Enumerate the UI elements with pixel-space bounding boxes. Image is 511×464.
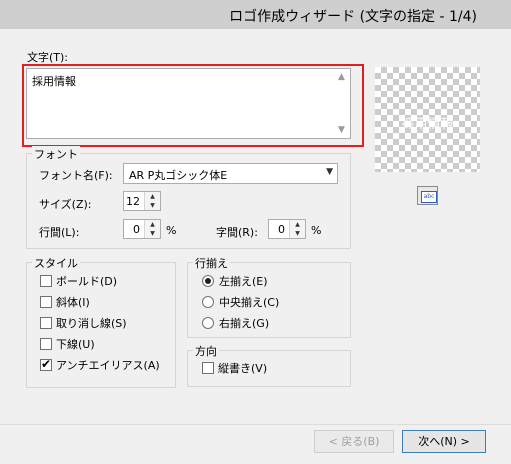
size-label: サイズ(Z): <box>39 198 92 211</box>
back-button[interactable]: < 戻る(B) <box>314 430 394 453</box>
logo-text-value: 採用情報 <box>32 75 76 88</box>
char-spacing-label: 字間(R): <box>216 226 258 239</box>
font-name-value: AR P丸ゴシック体E <box>129 169 228 182</box>
spin-up-icon[interactable]: ▲ <box>145 192 160 201</box>
align-right-label[interactable]: 右揃え(G) <box>219 315 269 331</box>
window-title: ロゴ作成ウィザード (文字の指定 - 1/4) <box>229 9 477 25</box>
title-bar: ロゴ作成ウィザード (文字の指定 - 1/4) <box>0 0 511 29</box>
vertical-writing-checkbox[interactable] <box>202 362 214 374</box>
char-spacing-value: 0 <box>278 223 285 236</box>
preview-text: 採用情報 <box>401 117 454 132</box>
line-spacing-label: 行間(L): <box>39 226 80 239</box>
antialias-label[interactable]: アンチエイリアス(A) <box>56 357 160 373</box>
char-spacing-spinner[interactable]: 0 ▲ ▼ <box>268 219 306 239</box>
bold-label[interactable]: ボールド(D) <box>56 273 117 289</box>
antialias-checkbox[interactable]: ✔ <box>40 357 52 371</box>
chevron-down-icon[interactable]: ▼ <box>326 167 333 177</box>
size-spinner[interactable]: 12 ▲ ▼ <box>123 191 161 211</box>
line-spacing-unit: % <box>166 224 177 237</box>
italic-checkbox[interactable] <box>40 296 52 308</box>
strikethrough-checkbox[interactable] <box>40 317 52 329</box>
strikethrough-label[interactable]: 取り消し線(S) <box>56 315 127 331</box>
vertical-writing-label[interactable]: 縦書き(V) <box>218 360 267 376</box>
preview-effect-button[interactable]: abc <box>417 186 438 205</box>
line-spacing-spinner[interactable]: 0 ▲ ▼ <box>123 219 161 239</box>
underline-checkbox[interactable] <box>40 338 52 350</box>
spin-up-icon[interactable]: ▲ <box>145 220 160 229</box>
char-spacing-unit: % <box>311 224 322 237</box>
size-value: 12 <box>126 195 140 208</box>
spin-down-icon[interactable]: ▼ <box>145 201 160 210</box>
style-group-label: スタイル <box>32 255 80 271</box>
align-center-label[interactable]: 中央揃え(C) <box>219 294 279 310</box>
font-name-select[interactable]: AR P丸ゴシック体E ▼ <box>123 163 338 184</box>
align-right-radio[interactable] <box>202 317 214 329</box>
checkmark-icon: ✔ <box>41 357 52 371</box>
spin-down-icon[interactable]: ▼ <box>145 229 160 238</box>
italic-label[interactable]: 斜体(I) <box>56 294 90 310</box>
align-left-radio[interactable] <box>202 275 214 287</box>
align-left-label[interactable]: 左揃え(E) <box>219 273 268 289</box>
font-group-label: フォント <box>32 146 80 162</box>
spin-down-icon[interactable]: ▼ <box>290 229 305 238</box>
text-scrollbar[interactable]: ▲ ▼ <box>334 70 349 137</box>
scroll-up-icon[interactable]: ▲ <box>334 70 349 84</box>
underline-label[interactable]: 下線(U) <box>56 336 95 352</box>
text-label: 文字(T): <box>27 51 69 64</box>
direction-group-label: 方向 <box>193 343 219 359</box>
abc-icon: abc <box>421 191 437 203</box>
spin-up-icon[interactable]: ▲ <box>290 220 305 229</box>
logo-preview: 採用情報 <box>375 67 480 172</box>
next-button[interactable]: 次へ(N) > <box>402 430 486 453</box>
scroll-down-icon[interactable]: ▼ <box>334 123 349 137</box>
radio-selected-icon <box>205 278 211 284</box>
font-name-label: フォント名(F): <box>39 169 113 182</box>
line-spacing-value: 0 <box>133 223 140 236</box>
alignment-group-label: 行揃え <box>193 255 230 271</box>
align-center-radio[interactable] <box>202 296 214 308</box>
bold-checkbox[interactable] <box>40 275 52 287</box>
logo-text-input[interactable]: 採用情報 ▲ ▼ <box>26 68 351 139</box>
